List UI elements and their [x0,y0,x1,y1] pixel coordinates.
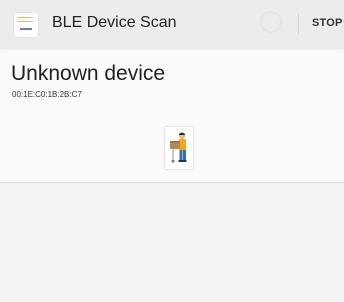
scanning-spinner [260,11,282,33]
person-with-box-illustration [165,127,193,169]
stop-scan-button[interactable]: STOP [312,17,343,29]
device-name: Unknown device [11,62,166,85]
toolbar-divider [298,14,299,34]
app-logo-lines [17,17,33,22]
app-logo-icon [14,13,38,37]
app-logo-bar [20,28,32,30]
app-title: BLE Device Scan [52,14,177,31]
ble-scan-screen: BLE Device Scan STOP Unknown device 00:1… [0,0,344,302]
device-address: 00:1E:C0:1B:2B:C7 [12,90,82,99]
empty-list-area [0,183,344,302]
device-list-item[interactable]: Unknown device 00:1E:C0:1B:2B:C7 [0,48,344,182]
person-with-box-icon [170,132,187,163]
app-bar: BLE Device Scan STOP [0,0,344,48]
